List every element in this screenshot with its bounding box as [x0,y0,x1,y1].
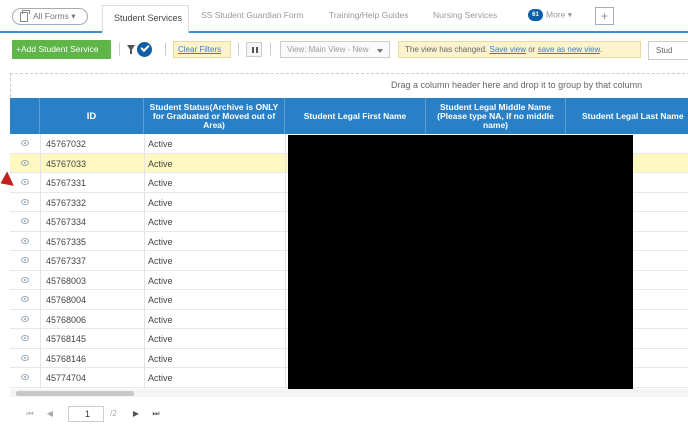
view-record-icon[interactable] [21,218,29,224]
more-count-badge: 61 [528,9,543,21]
view-record-icon[interactable] [21,140,29,146]
tab-nursing-services[interactable]: Nursing Services [433,10,497,20]
row-status: Active [148,178,173,188]
grid-toolbar: +Add Student Service Clear Filters View:… [0,34,688,66]
forms-icon [20,10,30,22]
toolbar-divider [238,43,239,56]
view-record-icon[interactable] [21,374,29,380]
column-header-first-name[interactable]: Student Legal First Name [285,98,426,134]
student-search-input[interactable]: Stud [648,41,688,60]
row-id: 45767337 [46,256,87,266]
row-id: 45768146 [46,353,87,364]
page-number-input[interactable]: 1 [68,406,104,422]
row-id: 45767033 [46,158,87,169]
row-status: Active [148,256,173,266]
tab-student-services[interactable]: Student Services [102,5,189,33]
save-as-new-view-link[interactable]: save as new view [538,45,600,54]
next-page-button[interactable]: ▶ [128,406,144,422]
view-record-icon[interactable] [21,179,29,185]
view-record-icon[interactable] [21,237,29,244]
save-view-link[interactable]: Save view [490,45,526,54]
row-id: 45768004 [46,295,87,305]
first-page-button[interactable]: ⏮ [22,406,38,422]
view-changed-text: The view has changed. [405,45,488,54]
row-status: Active [148,236,173,247]
scrollbar-thumb[interactable] [16,391,134,396]
grid-header: ID Student Status(Archive is ONLY for Gr… [10,98,688,134]
row-id: 45767334 [46,217,87,227]
toolbar-divider [270,43,271,56]
view-record-icon[interactable] [21,354,29,361]
prev-page-button[interactable]: ◀ [42,406,58,422]
row-id: 45767332 [46,197,87,208]
tab-training-help-guides[interactable]: Training/Help Guides [329,10,409,20]
column-header-last-name[interactable]: Student Legal Last Name [566,98,688,134]
column-header-id[interactable]: ID [40,98,144,134]
filter-applied-check-icon [137,42,152,57]
row-status: Active [148,139,173,149]
column-header-middle-name[interactable]: Student Legal Middle Name (Please type N… [426,98,566,134]
row-id: 45768145 [46,334,87,344]
filter-toggle[interactable] [127,42,159,58]
row-status: Active [148,197,173,208]
view-select[interactable]: View: Main View - New [280,41,390,58]
column-header-actions [10,98,40,134]
add-student-service-button[interactable]: +Add Student Service [12,40,111,59]
row-status: Active [148,158,173,169]
view-record-icon[interactable] [21,159,29,166]
group-by-hint: Drag a column header here and drop it to… [391,80,643,90]
row-status: Active [148,334,173,344]
form-tab-bar: All Forms ▾ Student Services SS Student … [0,0,688,33]
chevron-down-icon [377,49,383,53]
column-divider [40,134,41,388]
all-forms-label: All Forms [33,11,69,21]
group-by-panel[interactable]: Drag a column header here and drop it to… [10,73,688,97]
toolbar-divider [119,43,120,56]
last-page-button[interactable]: ⏭ [148,406,164,422]
row-status: Active [148,353,173,364]
clear-filters-link[interactable]: Clear Filters [173,41,231,58]
all-forms-tab[interactable]: All Forms ▾ [12,8,88,25]
more-label: More [546,9,566,20]
toolbar-divider [165,43,166,56]
view-changed-message: The view has changed. Save view or save … [398,41,641,58]
view-record-icon[interactable] [21,198,29,205]
row-id: 45767331 [46,178,87,188]
row-id: 45768006 [46,314,87,325]
view-record-icon[interactable] [21,315,29,322]
tab-ss-student-guardian-form[interactable]: SS Student Guardian Form [201,10,304,20]
or-text: or [528,45,536,54]
page-total: /2 [110,409,117,418]
row-status: Active [148,295,173,305]
row-status: Active [148,275,173,286]
view-select-value: View: Main View - New [287,45,369,54]
view-record-icon[interactable] [21,257,29,263]
row-id: 45768003 [46,275,87,286]
column-divider [144,134,145,388]
redacted-names-block [288,135,633,397]
row-id: 45774704 [46,373,87,383]
more-tabs-dropdown[interactable]: 61 More ▾ [528,9,572,21]
column-divider [285,134,286,388]
add-tab-button[interactable]: + [595,7,614,25]
row-status: Active [148,373,173,383]
message-period: . [599,45,603,54]
column-header-student-status[interactable]: Student Status(Archive is ONLY for Gradu… [144,98,285,134]
view-record-icon[interactable] [21,296,29,302]
row-id: 45767032 [46,139,87,149]
filter-icon [127,45,135,54]
row-status: Active [148,217,173,227]
row-status: Active [148,314,173,325]
horizontal-scrollbar[interactable] [10,389,688,397]
columns-toggle-button[interactable] [246,42,262,57]
view-record-icon[interactable] [21,276,29,283]
row-id: 45767335 [46,236,87,247]
view-record-icon[interactable] [21,335,29,341]
